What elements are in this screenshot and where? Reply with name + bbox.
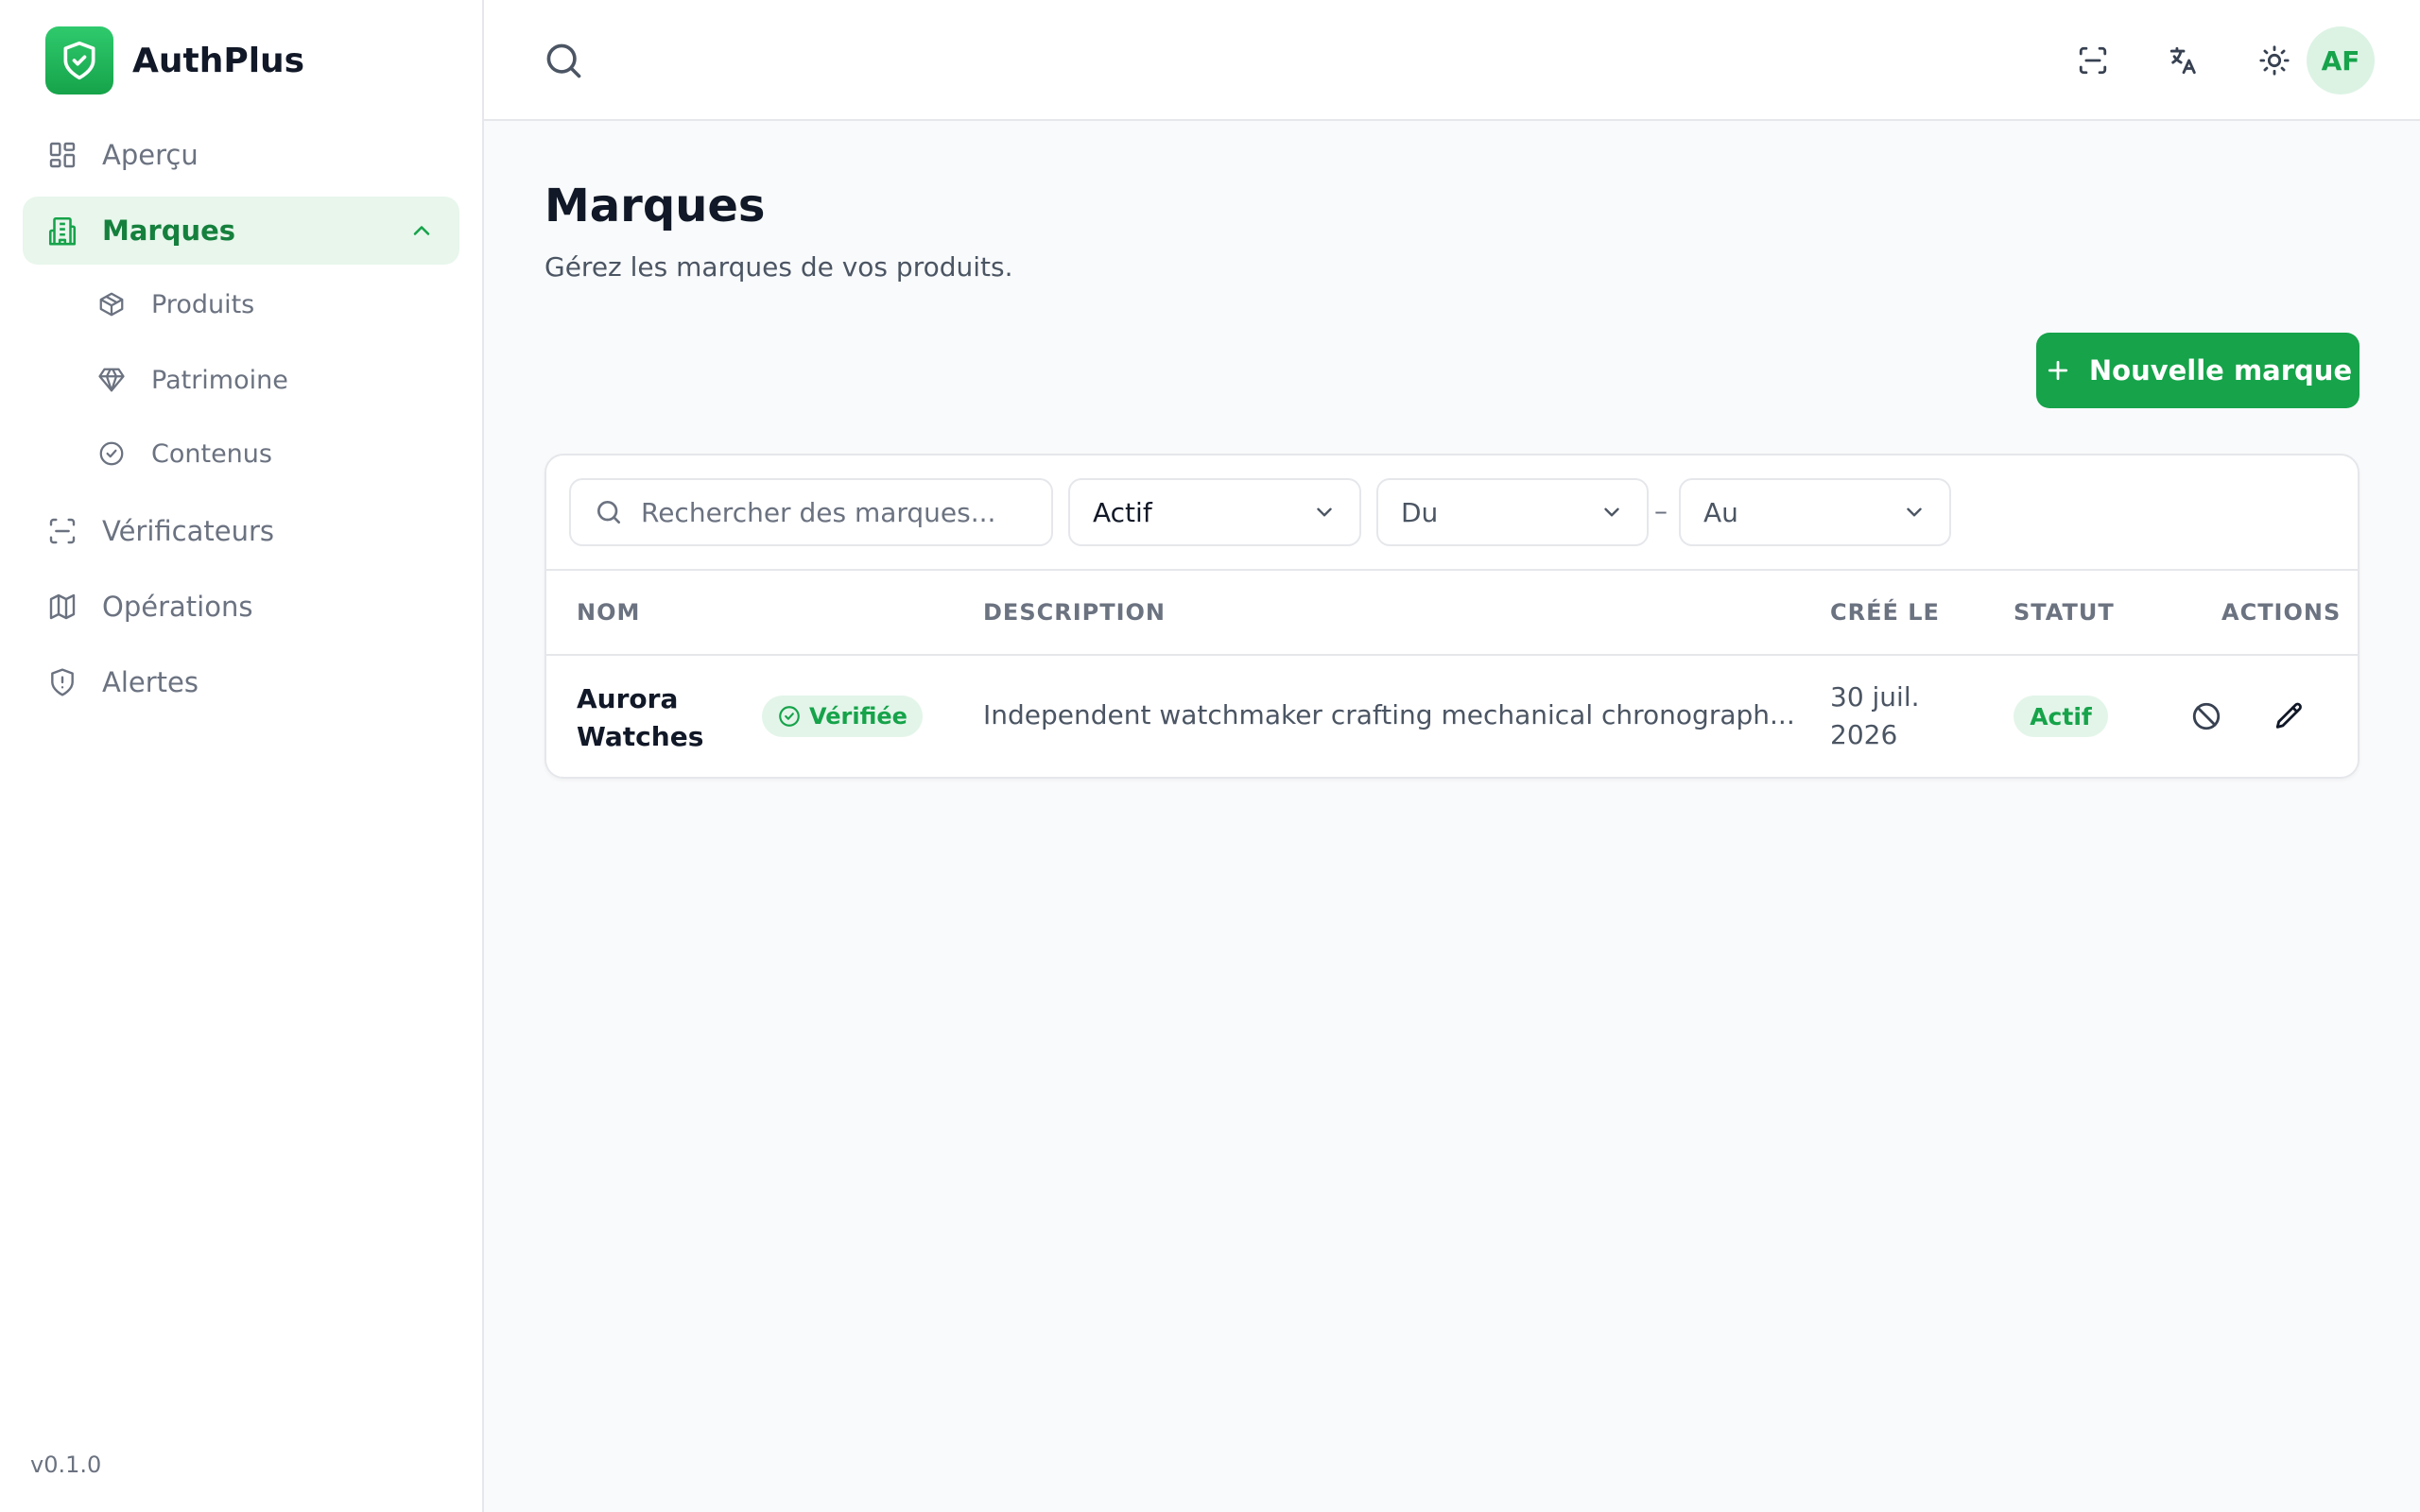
- verified-badge: Vérifiée: [762, 696, 923, 737]
- sidebar-item-apercu[interactable]: Aperçu: [23, 121, 459, 189]
- gem-icon: [96, 365, 127, 395]
- column-header-status[interactable]: STATUT: [2014, 599, 2115, 626]
- chevron-down-icon: [1907, 507, 1922, 517]
- badge-check-icon: [779, 706, 800, 727]
- divider: [546, 654, 2358, 656]
- created-date-cell: 30 juil. 2026: [1830, 679, 1920, 754]
- sidebar-subitem-label: Produits: [151, 289, 255, 319]
- scan-icon: [45, 514, 79, 548]
- sidebar-item-marques[interactable]: Marques: [23, 197, 459, 265]
- page-title: Marques: [544, 180, 766, 232]
- map-icon: [45, 590, 79, 624]
- sidebar-item-label: Aperçu: [102, 139, 199, 171]
- shield-alert-icon: [45, 665, 79, 699]
- sidebar-item-label: Opérations: [102, 591, 253, 623]
- app-name: AuthPlus: [132, 41, 305, 80]
- sidebar-subitem-contenus[interactable]: Contenus: [76, 423, 459, 484]
- status-badge: Actif: [2014, 696, 2108, 737]
- brand-description-cell: Independent watchmaker crafting mechanic…: [983, 699, 1795, 730]
- date-to-value: Au: [1703, 496, 1738, 528]
- sidebar-subitem-patrimoine[interactable]: Patrimoine: [76, 350, 459, 410]
- new-brand-button-label: Nouvelle marque: [2088, 354, 2353, 387]
- chevron-down-icon: [1604, 507, 1619, 517]
- date-from-value: Du: [1401, 496, 1439, 528]
- app-version: v0.1.0: [30, 1452, 102, 1478]
- column-header-created[interactable]: CRÉÉ LE: [1830, 599, 1940, 626]
- status-select[interactable]: Actif: [1068, 478, 1361, 546]
- topbar: AF: [484, 0, 2420, 121]
- sidebar-item-label: Vérificateurs: [102, 515, 275, 547]
- sidebar-subitem-label: Contenus: [151, 438, 272, 469]
- sidebar-item-alertes[interactable]: Alertes: [23, 648, 459, 716]
- divider: [546, 569, 2358, 571]
- deactivate-button[interactable]: [2187, 697, 2225, 735]
- created-date-line: 2026: [1830, 719, 1898, 750]
- plus-icon: [2048, 360, 2068, 381]
- column-header-actions: ACTIONS: [2221, 599, 2342, 626]
- sidebar-item-operations[interactable]: Opérations: [23, 573, 459, 641]
- date-to-select[interactable]: Au: [1679, 478, 1951, 546]
- column-header-name[interactable]: NOM: [577, 599, 640, 626]
- status-select-value: Actif: [1093, 496, 1152, 528]
- sidebar-subitem-label: Patrimoine: [151, 365, 288, 395]
- avatar[interactable]: AF: [2307, 26, 2375, 94]
- translate-icon[interactable]: [2161, 38, 2206, 83]
- column-header-description[interactable]: DESCRIPTION: [983, 599, 1166, 626]
- sidebar: AuthPlus Aperçu Marques Produits Patrimo…: [0, 0, 484, 1512]
- pencil-icon: [2275, 702, 2302, 729]
- chevron-down-icon: [1317, 507, 1332, 517]
- date-from-select[interactable]: Du: [1376, 478, 1649, 546]
- brand-name-cell[interactable]: Aurora Watches: [577, 680, 747, 756]
- sidebar-item-label: Alertes: [102, 666, 199, 698]
- building-icon: [45, 214, 79, 248]
- package-icon: [96, 289, 127, 319]
- brand-name-line: Watches: [577, 721, 704, 752]
- chevron-up-icon[interactable]: [408, 217, 435, 244]
- search-icon: [597, 501, 620, 524]
- edit-button[interactable]: [2271, 697, 2308, 735]
- sun-icon[interactable]: [2252, 38, 2297, 83]
- shield-check-logo-icon: [45, 26, 113, 94]
- ban-icon: [2192, 702, 2221, 730]
- dashboard-icon: [45, 138, 79, 172]
- created-date-line: 30 juil.: [1830, 681, 1920, 713]
- brand-name-line: Aurora: [577, 683, 679, 714]
- search-input[interactable]: Rechercher des marques...: [569, 478, 1053, 546]
- date-range-separator: –: [1654, 495, 1668, 526]
- sidebar-subitem-produits[interactable]: Produits: [76, 274, 459, 335]
- scan-icon[interactable]: [2070, 38, 2116, 83]
- badge-check-icon: [96, 438, 127, 469]
- new-brand-button[interactable]: Nouvelle marque: [2036, 333, 2360, 408]
- verified-badge-label: Vérifiée: [809, 703, 908, 730]
- brand[interactable]: AuthPlus: [45, 26, 304, 94]
- search-icon[interactable]: [543, 40, 584, 81]
- page-subtitle: Gérez les marques de vos produits.: [544, 251, 1013, 283]
- sidebar-item-label: Marques: [102, 215, 236, 247]
- search-placeholder: Rechercher des marques...: [641, 496, 996, 528]
- sidebar-item-verificateurs[interactable]: Vérificateurs: [23, 497, 459, 565]
